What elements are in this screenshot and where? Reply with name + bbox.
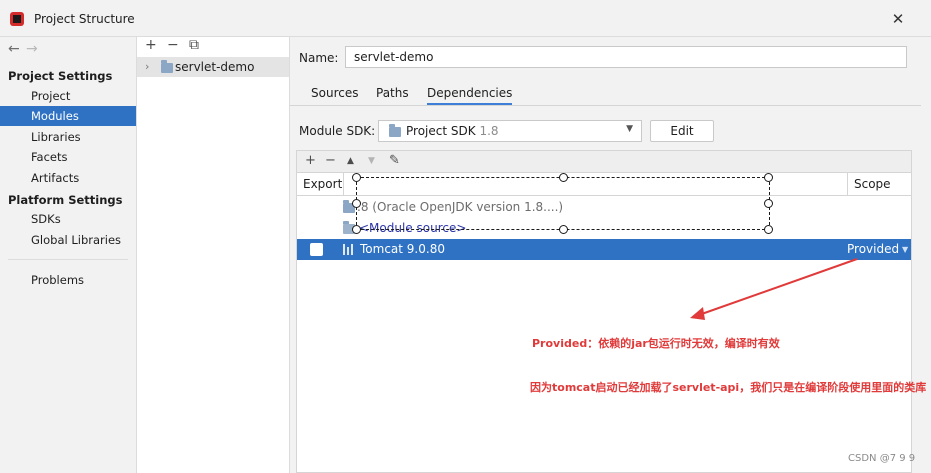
csdn-watermark: CSDN @7 9 9 — [848, 453, 916, 464]
annotation-note-provided: Provided：依赖的jar包运行时无效，编译时有效 — [532, 337, 780, 350]
annotation-arrow-line — [695, 258, 858, 317]
annotation-note-tomcat: 因为tomcat启动已经加载了servlet-api，我们只是在编译阶段使用里面… — [530, 381, 927, 394]
annotation-arrowhead — [690, 307, 705, 320]
annotation-arrow-layer — [690, 258, 858, 320]
